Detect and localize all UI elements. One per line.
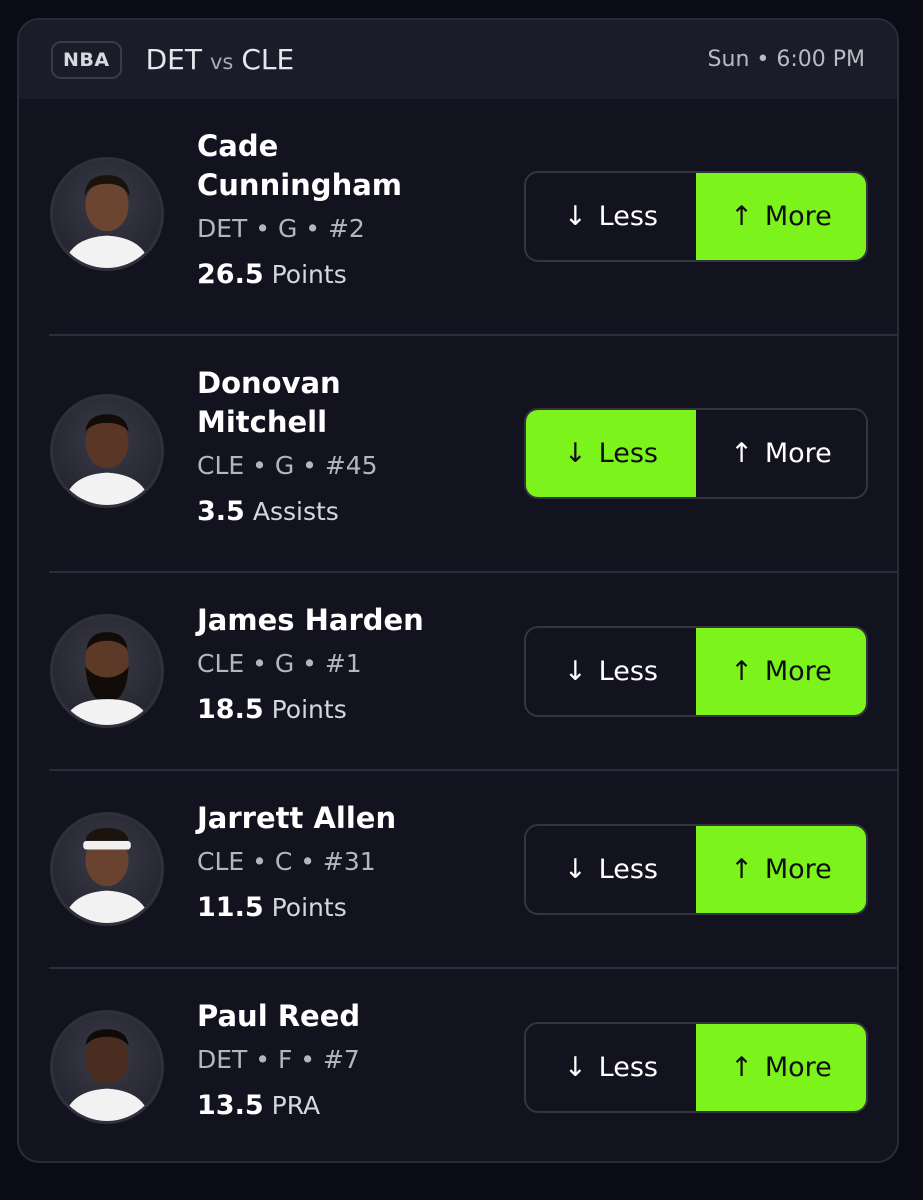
line-value: 26.5: [197, 259, 264, 290]
player-meta: CLE • G • #45: [197, 451, 378, 480]
arrow-up-icon: ↑: [730, 1052, 753, 1083]
stat-type: PRA: [271, 1091, 321, 1120]
away-team: CLE: [241, 43, 295, 76]
player-list: Cade Cunningham DET • G • #2 26.5 Points …: [19, 99, 897, 1161]
player-headshot: [63, 414, 151, 505]
stat-type: Points: [271, 260, 347, 289]
stat-type: Assists: [252, 497, 339, 526]
prop-line: 26.5 Points: [197, 259, 402, 291]
player-row: Donovan Mitchell CLE • G • #45 3.5 Assist…: [49, 336, 897, 573]
arrow-down-icon: ↓: [564, 656, 587, 687]
less-button[interactable]: ↓ Less: [526, 173, 696, 260]
player-info: Paul Reed DET • F • #7 13.5 PRA: [197, 997, 360, 1122]
arrow-down-icon: ↓: [564, 854, 587, 885]
pick-toggle: ↓ Less ↑ More: [524, 824, 868, 915]
pick-toggle: ↓ Less ↑ More: [524, 408, 868, 499]
player-name: Donovan Mitchell: [197, 366, 341, 439]
player-meta: CLE • G • #1: [197, 649, 362, 678]
player-headshot: [63, 175, 151, 268]
less-button[interactable]: ↓ Less: [526, 826, 696, 913]
less-button[interactable]: ↓ Less: [526, 410, 696, 497]
stat-type: Points: [271, 893, 347, 922]
arrow-up-icon: ↑: [730, 656, 753, 687]
player-name: Cade Cunningham: [197, 129, 402, 202]
stat-type: Points: [271, 695, 347, 724]
player-row: Paul Reed DET • F • #7 13.5 PRA ↓ Less ↑ Mo…: [49, 969, 897, 1161]
game-header: NBA DET vs CLE Sun • 6:00 PM: [19, 20, 897, 99]
player-row: Jarrett Allen CLE • C • #31 11.5 Points ↓…: [49, 771, 897, 969]
more-button[interactable]: ↑ More: [696, 628, 866, 715]
vs-label: vs: [209, 50, 234, 74]
player-headshot: [63, 827, 151, 923]
more-button[interactable]: ↑ More: [696, 1024, 866, 1111]
player-headshot: [63, 1029, 151, 1121]
league-badge: NBA: [51, 40, 122, 79]
prop-line: 18.5 Points: [197, 694, 424, 726]
player-info: Jarrett Allen CLE • C • #31 11.5 Points: [197, 799, 396, 924]
line-value: 3.5: [197, 496, 245, 527]
arrow-down-icon: ↓: [564, 201, 587, 232]
home-team: DET: [145, 43, 202, 76]
prop-line: 13.5 PRA: [197, 1090, 360, 1122]
line-value: 18.5: [197, 694, 264, 725]
less-button[interactable]: ↓ Less: [526, 628, 696, 715]
player-avatar: [50, 394, 164, 508]
less-button[interactable]: ↓ Less: [526, 1024, 696, 1111]
player-name: James Harden: [197, 603, 424, 637]
player-info: Donovan Mitchell CLE • G • #45 3.5 Assist…: [197, 364, 378, 528]
arrow-up-icon: ↑: [730, 438, 753, 469]
pick-toggle: ↓ Less ↑ More: [524, 1022, 868, 1113]
pick-toggle: ↓ Less ↑ More: [524, 626, 868, 717]
line-value: 11.5: [197, 892, 264, 923]
player-headshot: [63, 632, 151, 725]
player-meta: DET • G • #2: [197, 214, 365, 243]
player-avatar: [50, 157, 164, 271]
arrow-down-icon: ↓: [564, 1052, 587, 1083]
player-row: James Harden CLE • G • #1 18.5 Points ↓ Le…: [49, 573, 897, 771]
prop-line: 3.5 Assists: [197, 496, 378, 528]
more-button[interactable]: ↑ More: [696, 410, 866, 497]
player-avatar: [50, 812, 164, 926]
line-value: 13.5: [197, 1090, 264, 1121]
pick-toggle: ↓ Less ↑ More: [524, 171, 868, 262]
matchup-title: DET vs CLE: [146, 43, 295, 76]
player-name: Paul Reed: [197, 999, 361, 1033]
player-info: James Harden CLE • G • #1 18.5 Points: [197, 601, 424, 726]
player-meta: CLE • C • #31: [197, 847, 376, 876]
arrow-up-icon: ↑: [730, 201, 753, 232]
player-meta: DET • F • #7: [197, 1045, 360, 1074]
game-card: NBA DET vs CLE Sun • 6:00 PM Cade Cunnin…: [17, 18, 899, 1163]
player-avatar: [50, 1010, 164, 1124]
player-row: Cade Cunningham DET • G • #2 26.5 Points …: [49, 99, 897, 336]
player-avatar: [50, 614, 164, 728]
prop-line: 11.5 Points: [197, 892, 396, 924]
more-button[interactable]: ↑ More: [696, 173, 866, 260]
arrow-down-icon: ↓: [564, 438, 587, 469]
player-name: Jarrett Allen: [197, 801, 397, 835]
more-button[interactable]: ↑ More: [696, 826, 866, 913]
game-time: Sun • 6:00 PM: [707, 47, 865, 72]
arrow-up-icon: ↑: [730, 854, 753, 885]
player-info: Cade Cunningham DET • G • #2 26.5 Points: [197, 127, 402, 291]
